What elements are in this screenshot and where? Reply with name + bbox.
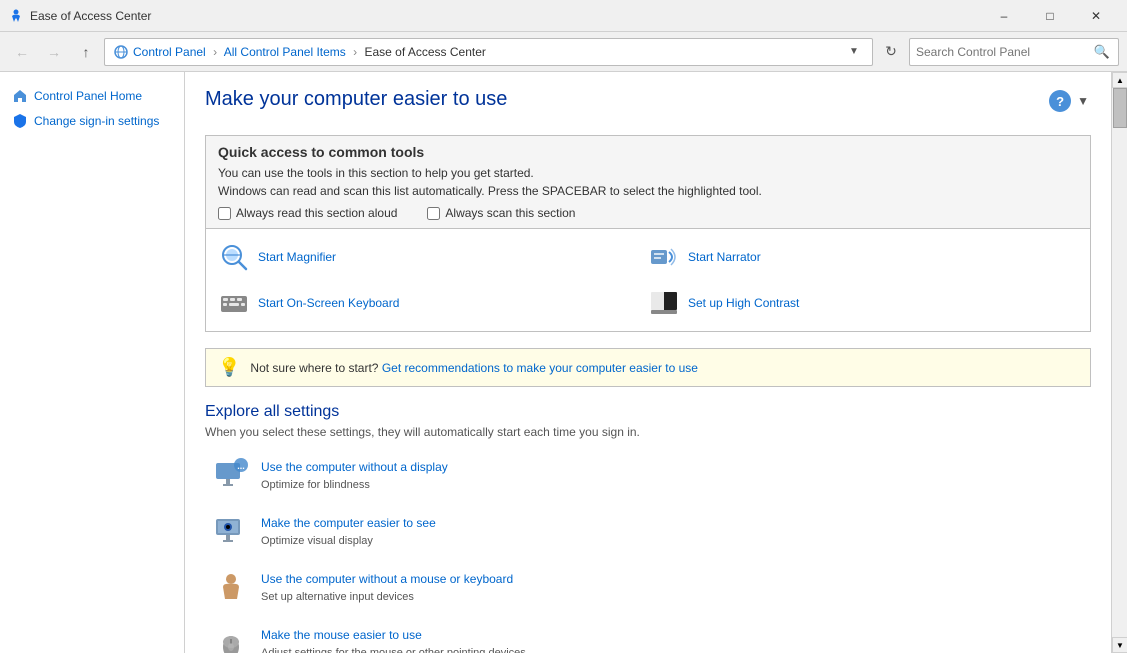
mouse-icon: [213, 625, 249, 653]
setting-no-display-desc: Optimize for blindness: [261, 479, 370, 491]
setting-no-display-info: Use the computer without a display Optim…: [261, 460, 1083, 491]
globe-icon: [113, 44, 129, 60]
minimize-button[interactable]: –: [981, 0, 1027, 32]
magnifier-icon: [218, 241, 250, 273]
nav-bar: ← → ↑ Control Panel › All Control Panel …: [0, 32, 1127, 72]
close-button[interactable]: ✕: [1073, 0, 1119, 32]
setting-mouse-easier-link[interactable]: Make the mouse easier to use: [261, 628, 1083, 642]
quick-access-desc2: Windows can read and scan this list auto…: [218, 182, 1078, 200]
lightbulb-icon: 💡: [218, 357, 240, 378]
home-icon: [12, 88, 28, 104]
main-layout: Control Panel Home Change sign-in settin…: [0, 72, 1127, 653]
scrollbar-thumb[interactable]: [1113, 88, 1127, 128]
scroll-up-button[interactable]: ▲: [1112, 72, 1127, 88]
expand-button[interactable]: ▼: [1075, 94, 1091, 108]
setting-no-mouse-link[interactable]: Use the computer without a mouse or keyb…: [261, 572, 1083, 586]
maximize-button[interactable]: □: [1027, 0, 1073, 32]
search-bar: 🔍: [909, 38, 1119, 66]
quick-access-box: Quick access to common tools You can use…: [205, 135, 1091, 332]
title-bar: Ease of Access Center – □ ✕: [0, 0, 1127, 32]
onscreen-keyboard-icon: [218, 287, 250, 319]
quick-access-tools: Start Magnifier Start Narrator: [206, 229, 1090, 331]
checkbox-read-aloud-label: Always read this section aloud: [236, 206, 397, 220]
setting-no-mouse-desc: Set up alternative input devices: [261, 591, 414, 603]
checkbox-scan-input[interactable]: [427, 207, 440, 220]
no-mouse-icon: [213, 569, 249, 605]
search-input[interactable]: [916, 45, 1088, 59]
shield-icon: [12, 113, 28, 129]
quick-access-title: Quick access to common tools: [218, 144, 1078, 160]
breadcrumb-all-items[interactable]: All Control Panel Items: [224, 45, 346, 59]
hint-link[interactable]: Get recommendations to make your compute…: [382, 361, 698, 375]
forward-button[interactable]: →: [40, 38, 68, 66]
setting-no-display-link[interactable]: Use the computer without a display: [261, 460, 1083, 474]
checkbox-read-aloud-input[interactable]: [218, 207, 231, 220]
tool-keyboard[interactable]: Start On-Screen Keyboard: [218, 283, 648, 323]
accessibility-icon: [8, 8, 24, 24]
tool-narrator[interactable]: Start Narrator: [648, 237, 1078, 277]
settings-list: ... Use the computer without a display O…: [205, 451, 1091, 653]
back-button[interactable]: ←: [8, 38, 36, 66]
checkbox-scan[interactable]: Always scan this section: [427, 206, 575, 220]
breadcrumb-control-panel[interactable]: Control Panel: [133, 45, 206, 59]
content-area: Make your computer easier to use ? ▼ Qui…: [185, 72, 1111, 653]
sidebar-item-control-panel-home[interactable]: Control Panel Home: [0, 84, 184, 109]
tool-magnifier[interactable]: Start Magnifier: [218, 237, 648, 277]
up-button[interactable]: ↑: [72, 38, 100, 66]
title-bar-controls: – □ ✕: [981, 0, 1119, 32]
sidebar-item-label: Change sign-in settings: [34, 113, 159, 130]
sidebar-item-signin[interactable]: Change sign-in settings: [0, 109, 184, 134]
scrollbar-track: [1112, 88, 1127, 637]
sidebar: Control Panel Home Change sign-in settin…: [0, 72, 185, 653]
explore-title: Explore all settings: [205, 403, 1091, 421]
page-title: Make your computer easier to use: [205, 88, 507, 111]
setting-easier-see[interactable]: Make the computer easier to see Optimize…: [205, 507, 1091, 555]
hint-text: Not sure where to start? Get recommendat…: [250, 361, 698, 375]
hint-box: 💡 Not sure where to start? Get recommend…: [205, 348, 1091, 387]
setting-easier-see-info: Make the computer easier to see Optimize…: [261, 516, 1083, 547]
high-contrast-icon: [648, 287, 680, 319]
sidebar-item-label: Control Panel Home: [34, 88, 142, 105]
scroll-down-button[interactable]: ▼: [1112, 637, 1127, 653]
window-title: Ease of Access Center: [30, 9, 151, 23]
title-bar-left: Ease of Access Center: [8, 8, 151, 24]
quick-access-checkboxes: Always read this section aloud Always sc…: [218, 206, 1078, 220]
address-bar[interactable]: Control Panel › All Control Panel Items …: [104, 38, 873, 66]
setting-easier-see-link[interactable]: Make the computer easier to see: [261, 516, 1083, 530]
narrator-icon: [648, 241, 680, 273]
search-button[interactable]: 🔍: [1092, 42, 1112, 62]
tool-narrator-label: Start Narrator: [688, 250, 761, 264]
setting-no-display[interactable]: ... Use the computer without a display O…: [205, 451, 1091, 499]
scrollbar-right[interactable]: ▲ ▼: [1111, 72, 1127, 653]
easier-see-icon: [213, 513, 249, 549]
quick-access-desc1: You can use the tools in this section to…: [218, 164, 1078, 182]
explore-desc: When you select these settings, they wil…: [205, 425, 1091, 439]
tool-keyboard-label: Start On-Screen Keyboard: [258, 296, 399, 310]
refresh-button[interactable]: ↻: [877, 38, 905, 66]
setting-no-mouse-info: Use the computer without a mouse or keyb…: [261, 572, 1083, 603]
no-display-icon: ...: [213, 457, 249, 493]
svg-text:...: ...: [237, 461, 245, 471]
tool-contrast-label: Set up High Contrast: [688, 296, 799, 310]
tool-contrast[interactable]: Set up High Contrast: [648, 283, 1078, 323]
setting-mouse-easier-desc: Adjust settings for the mouse or other p…: [261, 647, 526, 653]
setting-easier-see-desc: Optimize visual display: [261, 535, 373, 547]
checkbox-scan-label: Always scan this section: [445, 206, 575, 220]
quick-access-header: Quick access to common tools You can use…: [206, 136, 1090, 229]
breadcrumb-ease-access: Ease of Access Center: [364, 45, 485, 59]
setting-mouse-easier[interactable]: Make the mouse easier to use Adjust sett…: [205, 619, 1091, 653]
help-button[interactable]: ?: [1049, 90, 1071, 112]
setting-no-mouse[interactable]: Use the computer without a mouse or keyb…: [205, 563, 1091, 611]
setting-mouse-easier-info: Make the mouse easier to use Adjust sett…: [261, 628, 1083, 653]
breadcrumb: Control Panel › All Control Panel Items …: [133, 45, 840, 59]
tool-magnifier-label: Start Magnifier: [258, 250, 336, 264]
address-dropdown-button[interactable]: ▼: [844, 39, 864, 65]
checkbox-read-aloud[interactable]: Always read this section aloud: [218, 206, 397, 220]
